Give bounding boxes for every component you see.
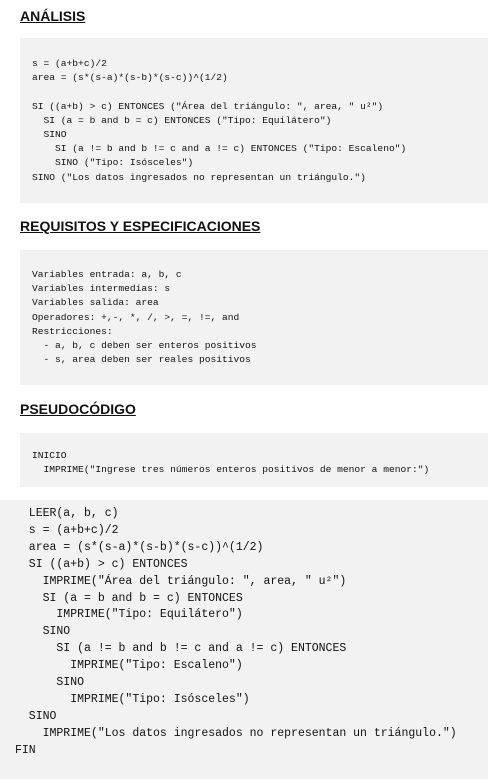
requisitos-code-block: Variables entrada: a, b, c Variables int…: [20, 250, 488, 385]
pseudocodigo-body-block: LEER(a, b, c) s = (a+b+c)/2 area = (s*(s…: [0, 500, 488, 779]
analisis-code: s = (a+b+c)/2 area = (s*(s-a)*(s-b)*(s-c…: [32, 58, 407, 183]
pseudocodigo-heading: PSEUDOCÓDIGO: [20, 401, 136, 417]
pseudocodigo-start-code: INICIO IMPRIME("Ingrese tres números ent…: [32, 450, 430, 476]
requisitos-heading: REQUISITOS Y ESPECIFICACIONES: [20, 218, 261, 234]
pseudocodigo-start-block: INICIO IMPRIME("Ingrese tres números ent…: [20, 433, 488, 487]
analisis-heading: ANÁLISIS: [20, 8, 86, 24]
requisitos-code: Variables entrada: a, b, c Variables int…: [32, 269, 257, 366]
pseudocodigo-body-code: LEER(a, b, c) s = (a+b+c)/2 area = (s*(s…: [15, 507, 457, 757]
analisis-code-block: s = (a+b+c)/2 area = (s*(s-a)*(s-b)*(s-c…: [20, 38, 488, 203]
